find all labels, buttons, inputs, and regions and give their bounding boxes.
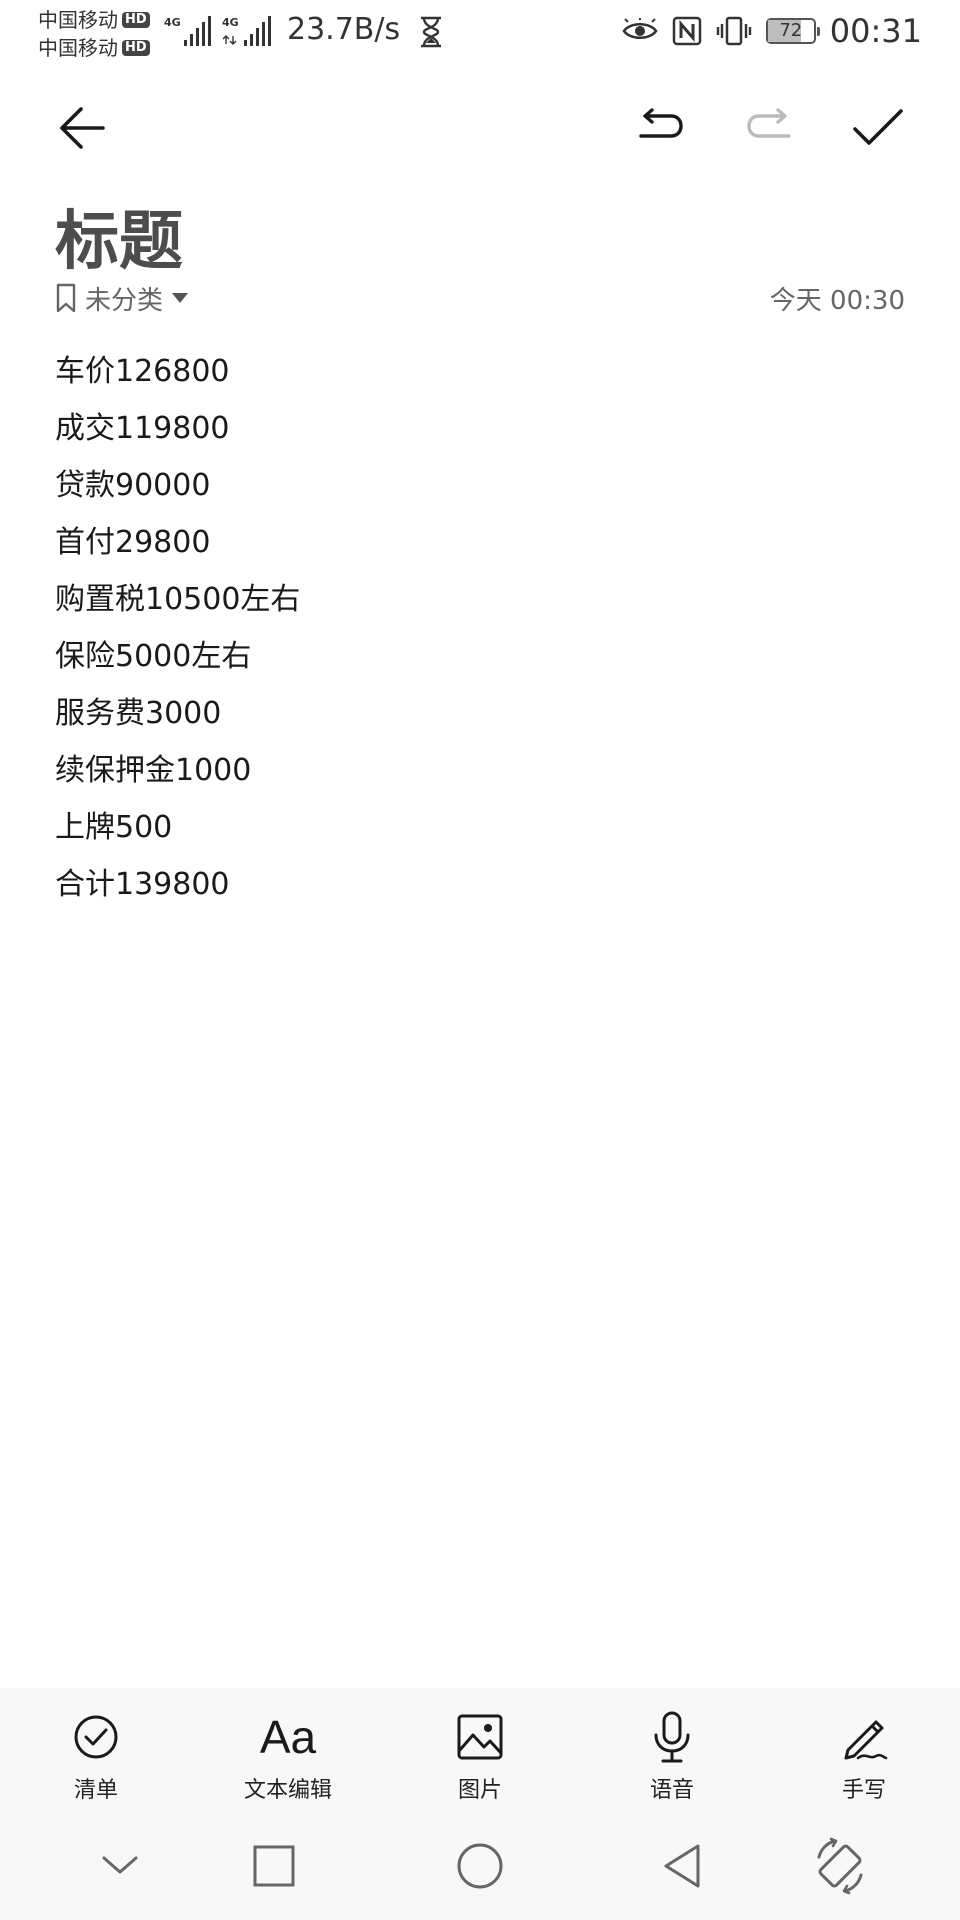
signal-strength-icon-1: 4G (164, 16, 211, 46)
tool-icon-wrap: Aa (260, 1708, 316, 1766)
handwriting-label: 手写 (841, 1778, 886, 1803)
text-edit-button[interactable]: Aa 文本编辑 (218, 1708, 358, 1804)
text-edit-label: 文本编辑 (243, 1778, 332, 1803)
carrier-row-1: 中国移动 HD (38, 6, 150, 34)
hd-badge-2: HD (122, 40, 150, 56)
note-title[interactable]: 标题 (55, 190, 183, 282)
status-time: 00:31 (829, 12, 922, 50)
note-line: 续保押金1000 (55, 753, 252, 788)
tool-icon-wrap (652, 1708, 692, 1766)
checklist-label: 清单 (73, 1778, 118, 1803)
voice-button[interactable]: 语音 (602, 1708, 742, 1804)
note-line: 上牌500 (55, 810, 173, 845)
image-label: 图片 (457, 1778, 502, 1803)
handwriting-button[interactable]: 手写 (794, 1708, 934, 1804)
eye-comfort-icon (622, 18, 658, 39)
voice-label: 语音 (649, 1778, 694, 1803)
back-nav-button[interactable] (650, 1834, 714, 1898)
bottom-toolbar: 清单 Aa 文本编辑 图片 语音 手写 (0, 1688, 960, 1810)
note-date: 今天 00:30 (769, 285, 905, 316)
nfc-icon (672, 16, 702, 46)
signal-strength-icon-2: 4G (222, 16, 271, 46)
redo-icon (747, 108, 791, 138)
recent-apps-button[interactable] (242, 1834, 306, 1898)
network-speed: 23.7B/s (287, 12, 401, 47)
rotate-screen-button[interactable] (808, 1834, 872, 1898)
note-line: 首付29800 (55, 525, 211, 560)
carrier-name-1: 中国移动 (38, 8, 118, 32)
status-right-group: 72 00:31 (622, 12, 922, 50)
carrier-row-2: 中国移动 HD (38, 34, 150, 62)
image-button[interactable]: 图片 (410, 1708, 550, 1804)
hd-badge-1: HD (122, 12, 150, 28)
carrier-info: 中国移动 HD 中国移动 HD (38, 6, 150, 62)
note-line: 成交119800 (55, 411, 230, 446)
category-selector[interactable]: 未分类 (55, 280, 189, 317)
hide-keyboard-button[interactable] (88, 1834, 152, 1898)
pen-icon (844, 1720, 888, 1760)
back-arrow-icon (60, 107, 105, 149)
note-line: 服务费3000 (55, 696, 222, 731)
home-button[interactable] (448, 1834, 512, 1898)
hourglass-icon (421, 16, 441, 48)
battery-indicator: 72 (765, 18, 820, 44)
vibrate-icon (716, 16, 751, 46)
note-line: 合计139800 (55, 867, 230, 902)
note-body[interactable]: 车价126800 成交119800 贷款90000 首付29800 购置税105… (55, 347, 905, 917)
text-format-icon: Aa (259, 1711, 317, 1763)
chevron-down-icon (102, 1856, 138, 1874)
undo-icon (639, 108, 683, 138)
dropdown-triangle-icon (172, 293, 189, 303)
microphone-icon (654, 1711, 690, 1763)
rotate-icon (817, 1837, 863, 1895)
category-label: 未分类 (85, 285, 164, 316)
tool-icon-wrap (456, 1708, 504, 1766)
note-line: 购置税10500左右 (55, 582, 301, 617)
editor-toolbar (0, 90, 960, 166)
back-button[interactable] (52, 100, 112, 156)
save-button[interactable] (848, 100, 908, 156)
signal-indicators: 4G 4G (164, 14, 274, 48)
checklist-button[interactable]: 清单 (26, 1708, 166, 1804)
status-bar: 中国移动 HD 中国移动 HD 4G 4G 23.7B/s 72 00:31 (0, 0, 960, 64)
carrier-name-2: 中国移动 (38, 36, 118, 60)
note-line: 保险5000左右 (55, 639, 252, 674)
bookmark-icon (56, 283, 76, 313)
note-line: 车价126800 (55, 354, 230, 389)
tool-icon-wrap (838, 1708, 890, 1766)
square-icon (253, 1845, 295, 1887)
note-meta-row: 未分类 今天 00:30 (55, 280, 905, 316)
check-circle-icon (74, 1715, 118, 1759)
redo-button[interactable] (740, 100, 800, 156)
triangle-back-icon (664, 1844, 700, 1888)
system-navigation-bar (0, 1810, 960, 1920)
image-icon (457, 1714, 503, 1760)
tool-icon-wrap (72, 1708, 120, 1766)
note-line: 贷款90000 (55, 468, 211, 503)
battery-level: 72 (779, 20, 803, 41)
network-type-1: 4G (164, 16, 181, 29)
checkmark-icon (853, 109, 903, 145)
circle-icon (457, 1843, 503, 1889)
undo-button[interactable] (630, 100, 690, 156)
network-type-2: 4G (222, 16, 239, 29)
